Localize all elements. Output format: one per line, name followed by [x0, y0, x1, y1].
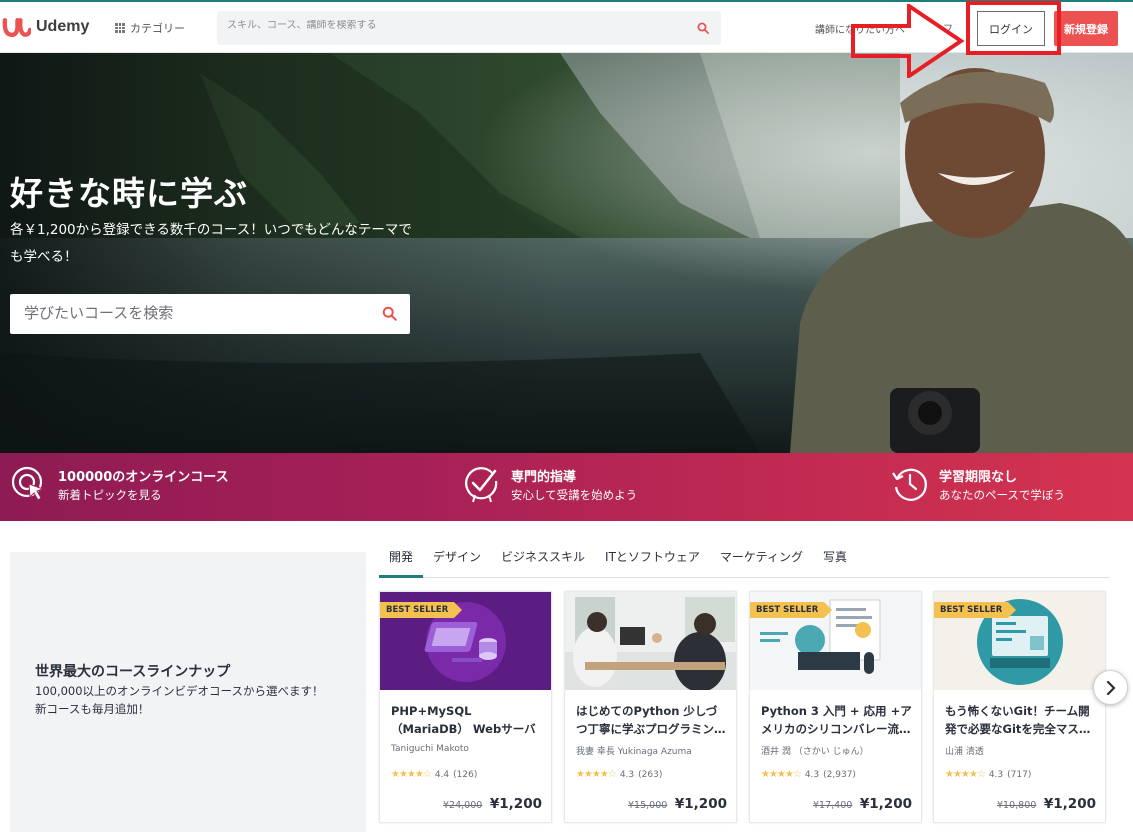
- feature-courses: 100000のオンラインコース 新着トピックを見る: [10, 465, 229, 503]
- course-author: Taniguchi Makoto: [391, 744, 469, 754]
- header-search: [217, 11, 721, 45]
- lineup-description: 100,000以上のオンラインビデオコースから選べます！ 新コースも毎月追加！: [35, 684, 324, 716]
- review-count: (717): [1007, 769, 1032, 780]
- rating-value: 4.3: [804, 769, 820, 780]
- hero-title: 好きな時に学ぶ: [10, 174, 248, 213]
- check-badge-icon: [465, 467, 498, 503]
- tab-development[interactable]: 開発: [379, 545, 424, 578]
- carousel-next-button[interactable]: [1093, 670, 1128, 705]
- original-price: ¥17,400: [813, 800, 853, 811]
- header-search-input[interactable]: [227, 20, 677, 31]
- course-author: 山浦 清透: [945, 747, 984, 757]
- course-card[interactable]: BEST SELLER もう怖くないGit！チーム開発で必要なGitを完全マス……: [933, 591, 1106, 823]
- bestseller-badge: BEST SELLER: [380, 602, 463, 618]
- bestseller-badge: BEST SELLER: [934, 602, 1017, 618]
- course-title: Python 3 入門 + 応用 +アメリカのシリコンバレー流…: [761, 704, 912, 736]
- course-thumbnail: BEST SELLER: [750, 592, 921, 690]
- feature-lifetime: 学習期限なし あなたのペースで学ぼう: [891, 465, 1065, 503]
- tab-photography[interactable]: 写真: [813, 545, 857, 578]
- cart-link-fragment[interactable]: フ: [943, 20, 953, 35]
- hero-search: [10, 294, 410, 334]
- star-rating-icon: ★★★★☆: [945, 769, 986, 780]
- original-price: ¥15,000: [628, 800, 668, 811]
- hero-subtitle: 各￥1,200から登録できる数千のコース！いつでもどんなテーマでも学べる！: [10, 222, 412, 265]
- course-rating: ★★★★☆ 4.3 (717): [945, 769, 1031, 780]
- features-band: 100000のオンラインコース 新着トピックを見る 専門的指導 安心して受講を始…: [0, 453, 1133, 521]
- course-title: もう怖くないGit！チーム開発で必要なGitを完全マス…: [945, 704, 1091, 736]
- bestseller-badge: BEST SELLER: [750, 602, 833, 618]
- review-count: (2,937): [823, 769, 856, 780]
- sale-price: ¥1,200: [674, 796, 727, 812]
- star-rating-icon: ★★★★☆: [576, 769, 617, 780]
- course-thumbnail: BEST SELLER: [934, 592, 1105, 690]
- lineup-panel: 世界最大のコースラインナップ 100,000以上のオンラインビデオコースから選べ…: [10, 552, 366, 832]
- course-card[interactable]: BEST SELLER Python 3 入門 + 応用 +アメリカのシリコンバ…: [749, 591, 922, 823]
- feature-subtitle: 新着トピックを見る: [58, 487, 162, 502]
- review-count: (263): [638, 769, 663, 780]
- tab-it-software[interactable]: ITとソフトウェア: [595, 545, 710, 578]
- original-price: ¥10,800: [997, 800, 1037, 811]
- feature-title: 100000のオンラインコース: [58, 469, 229, 485]
- logo-text: Udemy: [36, 18, 90, 35]
- top-header: Udemy カテゴリー 講師になりたい方へ フ ログイン 新規登録: [0, 0, 1133, 53]
- review-count: (126): [453, 769, 478, 780]
- tab-marketing[interactable]: マーケティング: [710, 545, 813, 578]
- signup-button[interactable]: 新規登録: [1054, 11, 1118, 46]
- hero-banner: 好きな時に学ぶ 各￥1,200から登録できる数千のコース！いつでもどんなテーマで…: [0, 53, 1133, 453]
- rating-value: 4.3: [619, 769, 635, 780]
- feature-title: 専門的指導: [511, 469, 577, 485]
- course-card[interactable]: BEST SELLER PHP+MySQL（MariaDB） Webサーバーサイ…: [379, 591, 552, 823]
- feature-title: 学習期限なし: [939, 469, 1018, 485]
- sale-price: ¥1,200: [489, 796, 542, 812]
- teach-link[interactable]: 講師になりたい方へ: [815, 21, 905, 36]
- tab-design[interactable]: デザイン: [423, 545, 491, 578]
- course-thumbnail: [565, 592, 736, 690]
- course-author: 我妻 幸長 Yukinaga Azuma: [576, 747, 692, 757]
- category-tabs: 開発 デザイン ビジネススキル ITとソフトウェア マーケティング 写真: [379, 545, 1110, 578]
- course-rating: ★★★★☆ 4.3 (263): [576, 769, 662, 780]
- lineup-title: 世界最大のコースラインナップ: [35, 664, 231, 680]
- sale-price: ¥1,200: [1043, 796, 1096, 812]
- target-cursor-icon: [11, 466, 45, 501]
- login-button[interactable]: ログイン: [977, 11, 1045, 46]
- history-clock-icon: [892, 468, 927, 501]
- feature-subtitle: あなたのペースで学ぼう: [939, 487, 1065, 502]
- course-title: PHP+MySQL（MariaDB） Webサーバーサイドプロ…: [391, 704, 536, 736]
- original-price: ¥24,000: [443, 800, 483, 811]
- search-icon[interactable]: [697, 22, 709, 34]
- course-title: はじめてのPython 少しづつ丁寧に学ぶプログラミン…: [576, 704, 726, 736]
- hero-search-input[interactable]: [24, 304, 364, 322]
- udemy-logo-icon: [2, 18, 31, 38]
- feature-expert: 専門的指導 安心して受講を始めよう: [463, 465, 637, 503]
- grid-icon: [115, 23, 125, 33]
- tab-business[interactable]: ビジネススキル: [491, 545, 595, 578]
- course-thumbnail: BEST SELLER: [380, 592, 551, 690]
- sale-price: ¥1,200: [859, 796, 912, 812]
- course-rating: ★★★★☆ 4.4 (126): [391, 769, 477, 780]
- search-icon[interactable]: [382, 306, 397, 321]
- udemy-logo[interactable]: Udemy: [2, 14, 89, 40]
- star-rating-icon: ★★★★☆: [391, 769, 432, 780]
- rating-value: 4.3: [988, 769, 1004, 780]
- course-author: 酒井 潤 （さかい じゅん）: [761, 747, 869, 757]
- course-card[interactable]: はじめてのPython 少しづつ丁寧に学ぶプログラミン… 我妻 幸長 Yukin…: [564, 591, 737, 823]
- categories-label: カテゴリー: [130, 22, 185, 35]
- star-rating-icon: ★★★★☆: [761, 769, 802, 780]
- chevron-right-icon: [1106, 680, 1115, 695]
- rating-value: 4.4: [434, 769, 450, 780]
- feature-subtitle: 安心して受講を始めよう: [511, 487, 638, 502]
- categories-menu[interactable]: カテゴリー: [115, 20, 185, 36]
- course-rating: ★★★★☆ 4.3 (2,937): [761, 769, 856, 780]
